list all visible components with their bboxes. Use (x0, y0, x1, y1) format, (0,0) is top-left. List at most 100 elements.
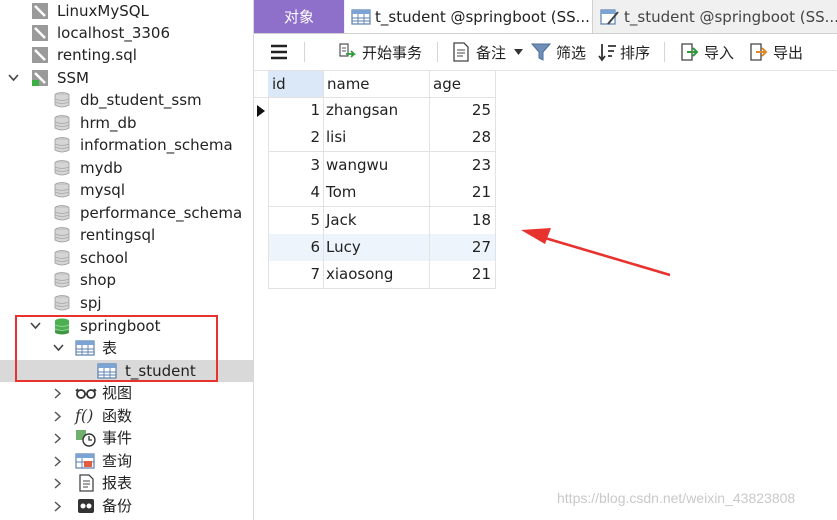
database-label: spj (80, 294, 102, 312)
cell-name[interactable]: wangwu (323, 152, 429, 179)
database-item[interactable]: information_schema (0, 134, 253, 156)
note-icon (453, 42, 469, 62)
database-item[interactable]: db_student_ssm (0, 89, 253, 111)
grid-line (323, 71, 324, 289)
tab-t-student[interactable]: t_student @springboot (SS... (345, 0, 593, 33)
query-icon (75, 453, 95, 469)
cell-name[interactable]: Jack (323, 207, 429, 234)
filter-icon (531, 43, 551, 61)
sort-button[interactable]: 排序 (597, 34, 650, 70)
filter-button[interactable]: 筛选 (531, 34, 586, 70)
connection-item[interactable]: LinuxMySQL (0, 0, 253, 22)
views-group[interactable]: 视图 (0, 382, 253, 404)
tab-t-student-design[interactable]: t_student @springboot (SS... (594, 0, 837, 33)
column-header-id[interactable]: id (268, 71, 323, 97)
database-item[interactable]: school (0, 247, 253, 269)
export-icon (750, 43, 768, 61)
database-icon (54, 295, 70, 311)
toolbar-divider (304, 42, 305, 62)
connection-item[interactable]: renting.sql (0, 44, 253, 66)
database-label: hrm_db (80, 114, 137, 132)
begin-transaction-label: 开始事务 (362, 43, 423, 62)
connection-item-ssm[interactable]: SSM (0, 67, 253, 89)
cell-name[interactable]: Lucy (323, 234, 429, 261)
cell-id[interactable]: 6 (268, 234, 323, 261)
database-item[interactable]: hrm_db (0, 112, 253, 134)
cell-age[interactable]: 28 (429, 124, 495, 151)
begin-transaction-button[interactable]: 开始事务 (336, 34, 422, 70)
cell-age[interactable]: 25 (429, 97, 495, 124)
backups-label: 备份 (102, 497, 133, 515)
database-item[interactable]: shop (0, 269, 253, 291)
column-header-age[interactable]: age (429, 71, 495, 97)
database-icon (54, 227, 70, 243)
chevron-right-icon[interactable] (52, 382, 64, 404)
cell-id[interactable]: 1 (268, 97, 323, 124)
database-label: rentingsql (80, 226, 156, 244)
annotation-arrow (521, 228, 671, 277)
cell-age[interactable]: 27 (429, 234, 495, 261)
sort-icon (598, 44, 616, 62)
cell-age[interactable]: 21 (429, 261, 495, 288)
cell-id[interactable]: 7 (268, 261, 323, 288)
connection-icon (32, 3, 48, 19)
database-icon (54, 115, 70, 131)
database-item[interactable]: rentingsql (0, 224, 253, 246)
tab-label: t_student @springboot (SS... (375, 7, 590, 26)
connection-label: SSM (57, 69, 89, 87)
tab-label: t_student @springboot (SS... (624, 7, 837, 26)
note-button[interactable]: 备注 (452, 34, 524, 70)
chevron-right-icon[interactable] (52, 495, 64, 517)
menu-button[interactable] (270, 34, 288, 70)
cell-name[interactable]: xiaosong (323, 261, 429, 288)
cell-id[interactable]: 3 (268, 152, 323, 179)
column-header-name[interactable]: name (323, 71, 429, 97)
cell-age[interactable]: 23 (429, 152, 495, 179)
watermark: https://blog.csdn.net/weixin_43823808 (557, 490, 796, 506)
reports-group[interactable]: 报表 (0, 472, 253, 494)
tab-objects[interactable]: 对象 (254, 0, 344, 33)
cell-id[interactable]: 4 (268, 179, 323, 206)
database-item[interactable]: performance_schema (0, 202, 253, 224)
dropdown-arrow-icon (514, 49, 524, 55)
database-item[interactable]: mysql (0, 179, 253, 201)
functions-group[interactable]: f() 函数 (0, 405, 253, 427)
import-icon (681, 43, 699, 61)
filter-label: 筛选 (556, 43, 587, 62)
import-button[interactable]: 导入 (679, 34, 734, 70)
chevron-down-icon[interactable] (7, 67, 19, 89)
database-label: db_student_ssm (80, 91, 202, 109)
cell-id[interactable]: 5 (268, 207, 323, 234)
connection-label: LinuxMySQL (57, 2, 149, 20)
functions-label: 函数 (102, 407, 133, 425)
database-item[interactable]: spj (0, 292, 253, 314)
current-row-indicator-icon (257, 97, 267, 124)
database-label: shop (80, 271, 117, 289)
chevron-right-icon[interactable] (52, 427, 64, 449)
export-label: 导出 (773, 43, 804, 62)
chevron-right-icon[interactable] (52, 472, 64, 494)
tab-objects-label: 对象 (283, 8, 314, 26)
cell-age[interactable]: 21 (429, 179, 495, 206)
backups-group[interactable]: 备份 (0, 495, 253, 517)
highlight-box (15, 315, 218, 382)
database-item[interactable]: mydb (0, 157, 253, 179)
cell-name[interactable]: lisi (323, 124, 429, 151)
events-group[interactable]: 事件 (0, 427, 253, 449)
export-button[interactable]: 导出 (748, 34, 803, 70)
cell-id[interactable]: 2 (268, 124, 323, 151)
cell-age[interactable]: 18 (429, 207, 495, 234)
grid-line (429, 71, 430, 289)
toolbar-divider (664, 42, 665, 62)
chevron-right-icon[interactable] (52, 450, 64, 472)
connection-item[interactable]: localhost_3306 (0, 22, 253, 44)
cell-name[interactable]: zhangsan (323, 97, 429, 124)
chevron-right-icon[interactable] (52, 405, 64, 427)
grid-line (495, 71, 496, 289)
cell-name[interactable]: Tom (323, 179, 429, 206)
database-label: information_schema (80, 136, 233, 154)
connection-label: localhost_3306 (57, 24, 171, 42)
function-icon: f() (75, 406, 94, 425)
database-label: performance_schema (80, 204, 243, 222)
queries-group[interactable]: 查询 (0, 450, 253, 472)
